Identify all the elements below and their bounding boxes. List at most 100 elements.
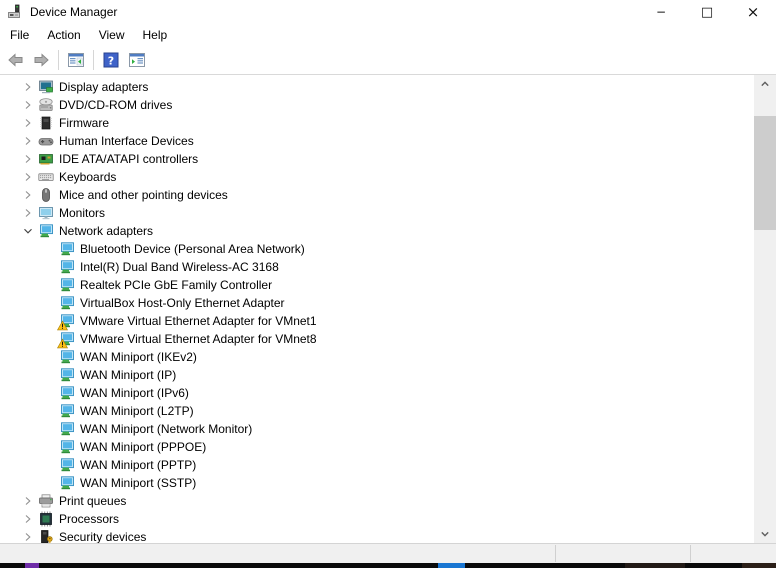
tree-item-label: VMware Virtual Ethernet Adapter for VMne… (80, 314, 317, 328)
content-area: Display adapters DVD/CD-ROM drives Firmwar… (0, 75, 776, 543)
scroll-down-button[interactable] (754, 525, 776, 543)
scrollbar-thumb[interactable] (754, 116, 776, 230)
chevron-right-icon[interactable] (20, 151, 36, 167)
tree-item-label: WAN Miniport (PPPOE) (80, 440, 207, 454)
menu-bar: File Action View Help (0, 24, 776, 46)
back-button[interactable] (3, 48, 27, 72)
maximize-button[interactable]: □ (684, 0, 730, 24)
tree-item-label: Intel(R) Dual Band Wireless-AC 3168 (80, 260, 279, 274)
warning-icon (57, 338, 68, 349)
window-controls: − □ × (638, 0, 776, 24)
tree-item-wan-miniport-network-monitor[interactable]: WAN Miniport (Network Monitor) (0, 420, 754, 438)
tree-item-firmware[interactable]: Firmware (0, 114, 754, 132)
tree-item-wan-miniport-ip[interactable]: WAN Miniport (IP) (0, 366, 754, 384)
chevron-down-icon[interactable] (20, 223, 36, 239)
tree-item-dvd-cd-rom-drives[interactable]: DVD/CD-ROM drives (0, 96, 754, 114)
show-console-tree-button[interactable] (64, 48, 88, 72)
tree-item-label: VirtualBox Host-Only Ethernet Adapter (80, 296, 285, 310)
taskbar-color-segment (742, 563, 776, 568)
forward-button[interactable] (29, 48, 53, 72)
device-manager-icon (7, 4, 23, 20)
tree-item-security-devices[interactable]: Security devices (0, 528, 754, 543)
tree-item-label: Mice and other pointing devices (59, 188, 228, 202)
tree-item-intel-r-dual-band-wireless-ac-3168[interactable]: Intel(R) Dual Band Wireless-AC 3168 (0, 258, 754, 276)
scroll-up-button[interactable] (754, 75, 776, 93)
tree-item-monitors[interactable]: Monitors (0, 204, 754, 222)
tree-item-bluetooth-device-personal-area-network[interactable]: Bluetooth Device (Personal Area Network) (0, 240, 754, 258)
chevron-right-icon[interactable] (20, 79, 36, 95)
network-adapter-icon (59, 349, 75, 365)
toolbar-separator (93, 50, 94, 70)
ide-controller-icon (38, 151, 54, 167)
help-button[interactable]: ? (99, 48, 123, 72)
tree-item-wan-miniport-pptp[interactable]: WAN Miniport (PPTP) (0, 456, 754, 474)
tree-item-ide-ata-atapi-controllers[interactable]: IDE ATA/ATAPI controllers (0, 150, 754, 168)
tree-item-mice-and-other-pointing-devices[interactable]: Mice and other pointing devices (0, 186, 754, 204)
show-action-pane-button[interactable] (125, 48, 149, 72)
hid-icon (38, 133, 54, 149)
chevron-right-icon[interactable] (20, 529, 36, 543)
chevron-right-icon[interactable] (20, 133, 36, 149)
taskbar-strip (0, 563, 776, 568)
tree-item-label: Security devices (59, 530, 147, 543)
tree-item-label: WAN Miniport (PPTP) (80, 458, 197, 472)
tree-item-label: DVD/CD-ROM drives (59, 98, 173, 112)
minimize-button[interactable]: − (638, 0, 684, 24)
tree-item-virtualbox-host-only-ethernet-adapter[interactable]: VirtualBox Host-Only Ethernet Adapter (0, 294, 754, 312)
network-adapter-icon (59, 259, 75, 275)
mouse-icon (38, 187, 54, 203)
menu-help[interactable]: Help (134, 25, 177, 45)
network-adapter-icon (59, 439, 75, 455)
tree-item-realtek-pcie-gbe-family-controller[interactable]: Realtek PCIe GbE Family Controller (0, 276, 754, 294)
menu-file[interactable]: File (1, 25, 38, 45)
tree-item-label: WAN Miniport (IKEv2) (80, 350, 197, 364)
action-pane-icon (129, 52, 145, 68)
network-adapter-icon (38, 223, 54, 239)
tree-item-processors[interactable]: Processors (0, 510, 754, 528)
network-adapter-icon (59, 421, 75, 437)
network-adapter-icon (59, 385, 75, 401)
tree-item-label: Bluetooth Device (Personal Area Network) (80, 242, 305, 256)
network-adapter-icon (59, 457, 75, 473)
network-adapter-icon (59, 367, 75, 383)
menu-action[interactable]: Action (38, 25, 89, 45)
tree-item-label: Realtek PCIe GbE Family Controller (80, 278, 273, 292)
chevron-right-icon[interactable] (20, 205, 36, 221)
tree-item-wan-miniport-sstp[interactable]: WAN Miniport (SSTP) (0, 474, 754, 492)
forward-arrow-icon (33, 52, 50, 68)
tree-item-vmware-virtual-ethernet-adapter-for-vmnet8[interactable]: VMware Virtual Ethernet Adapter for VMne… (0, 330, 754, 349)
title-bar: Device Manager − □ × (0, 0, 776, 24)
chevron-right-icon[interactable] (20, 187, 36, 203)
tree-item-wan-miniport-ikev2[interactable]: WAN Miniport (IKEv2) (0, 348, 754, 366)
chevron-right-icon[interactable] (20, 115, 36, 131)
chevron-right-icon[interactable] (20, 493, 36, 509)
tree-item-print-queues[interactable]: Print queues (0, 492, 754, 510)
taskbar-color-segment (625, 563, 685, 568)
tree-item-label: WAN Miniport (SSTP) (80, 476, 197, 490)
tree-item-label: WAN Miniport (IPv6) (80, 386, 189, 400)
tree-item-label: Processors (59, 512, 120, 526)
svg-text:?: ? (108, 54, 114, 67)
firmware-icon (38, 115, 54, 131)
tree-item-human-interface-devices[interactable]: Human Interface Devices (0, 132, 754, 150)
tree-item-network-adapters[interactable]: Network adapters (0, 222, 754, 240)
device-manager-window: Device Manager − □ × File Action View Help … (0, 0, 776, 568)
window-title: Device Manager (30, 5, 118, 19)
chevron-right-icon[interactable] (20, 169, 36, 185)
vertical-scrollbar[interactable] (754, 75, 776, 543)
tree-item-wan-miniport-ipv6[interactable]: WAN Miniport (IPv6) (0, 384, 754, 402)
tree-item-wan-miniport-pppoe[interactable]: WAN Miniport (PPPOE) (0, 438, 754, 456)
tree-item-wan-miniport-l2tp[interactable]: WAN Miniport (L2TP) (0, 402, 754, 420)
menu-view[interactable]: View (90, 25, 134, 45)
close-button[interactable]: × (730, 0, 776, 24)
chevron-right-icon[interactable] (20, 511, 36, 527)
tree-item-label: Network adapters (59, 224, 154, 238)
tree-item-display-adapters[interactable]: Display adapters (0, 78, 754, 96)
tree-item-label: WAN Miniport (L2TP) (80, 404, 194, 418)
chevron-right-icon[interactable] (20, 97, 36, 113)
tree-item-label: VMware Virtual Ethernet Adapter for VMne… (80, 332, 317, 346)
tree-item-label: WAN Miniport (IP) (80, 368, 177, 382)
tree-item-keyboards[interactable]: Keyboards (0, 168, 754, 186)
chevron-down-icon (757, 526, 773, 542)
tree-item-vmware-virtual-ethernet-adapter-for-vmnet1[interactable]: VMware Virtual Ethernet Adapter for VMne… (0, 312, 754, 331)
